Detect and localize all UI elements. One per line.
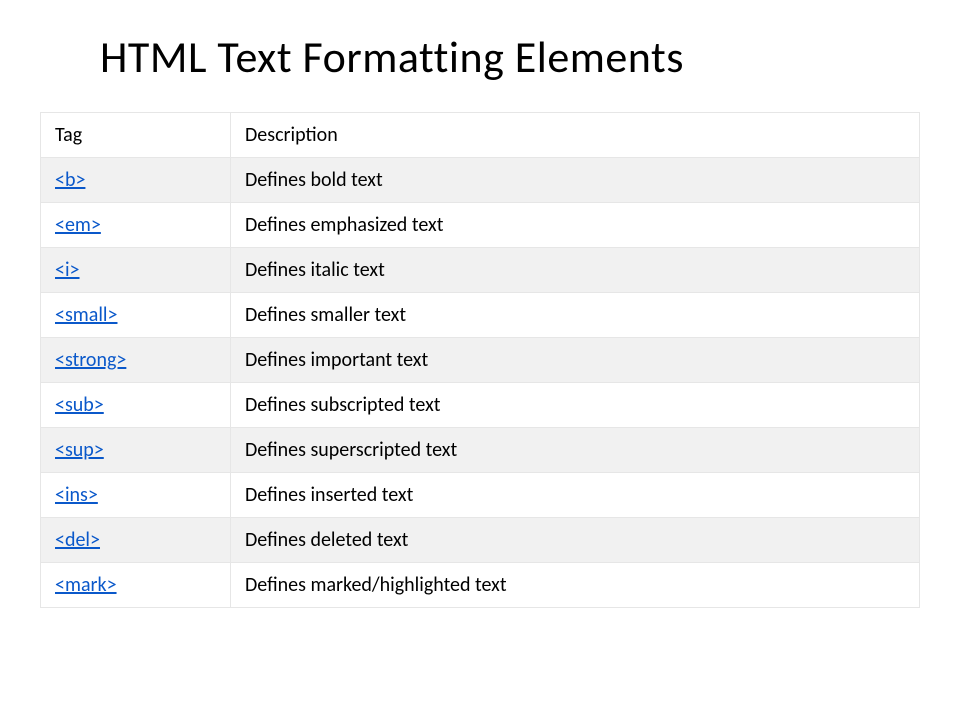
elements-table-body: <b> Defines bold text <em> Defines emphasiz… xyxy=(41,158,920,608)
slide: HTML Text Formatting Elements Tag Descri… xyxy=(0,0,960,648)
tag-cell: <sup> xyxy=(41,428,231,473)
description-cell: Defines italic text xyxy=(231,248,920,293)
table-row: <b> Defines bold text xyxy=(41,158,920,203)
col-header-description: Description xyxy=(231,113,920,158)
table-row: <ins> Defines inserted text xyxy=(41,473,920,518)
header-row: Tag Description xyxy=(41,113,920,158)
description-cell: Defines marked/highlighted text xyxy=(231,563,920,608)
tag-link[interactable]: <i> xyxy=(55,258,80,282)
table-row: <sub> Defines subscripted text xyxy=(41,383,920,428)
tag-cell: <small> xyxy=(41,293,231,338)
tag-link[interactable]: <sub> xyxy=(55,393,104,417)
tag-cell: <b> xyxy=(41,158,231,203)
table-row: <mark> Defines marked/highlighted text xyxy=(41,563,920,608)
tag-cell: <del> xyxy=(41,518,231,563)
table-row: <del> Defines deleted text xyxy=(41,518,920,563)
table-row: <i> Defines italic text xyxy=(41,248,920,293)
tag-link[interactable]: <del> xyxy=(55,528,100,552)
tag-link[interactable]: <small> xyxy=(55,303,117,327)
col-header-tag: Tag xyxy=(41,113,231,158)
description-cell: Defines inserted text xyxy=(231,473,920,518)
description-cell: Defines important text xyxy=(231,338,920,383)
page-title: HTML Text Formatting Elements xyxy=(100,30,920,84)
tag-link[interactable]: <strong> xyxy=(55,348,126,372)
tag-cell: <strong> xyxy=(41,338,231,383)
tag-link[interactable]: <em> xyxy=(55,213,101,237)
description-cell: Defines bold text xyxy=(231,158,920,203)
table-row: <em> Defines emphasized text xyxy=(41,203,920,248)
description-cell: Defines deleted text xyxy=(231,518,920,563)
tag-link[interactable]: <sup> xyxy=(55,438,104,462)
table-row: <sup> Defines superscripted text xyxy=(41,428,920,473)
elements-table: Tag Description <b>Defines bold text<em>… xyxy=(40,112,920,608)
tag-cell: <sub> xyxy=(41,383,231,428)
description-cell: Defines subscripted text xyxy=(231,383,920,428)
tag-cell: <mark> xyxy=(41,563,231,608)
description-cell: Defines emphasized text xyxy=(231,203,920,248)
tag-link[interactable]: <mark> xyxy=(55,573,117,597)
table-row: <strong> Defines important text xyxy=(41,338,920,383)
tag-link[interactable]: <b> xyxy=(55,168,85,192)
tag-cell: <i> xyxy=(41,248,231,293)
description-cell: Defines smaller text xyxy=(231,293,920,338)
tag-link[interactable]: <ins> xyxy=(55,483,98,507)
table-row: <small> Defines smaller text xyxy=(41,293,920,338)
description-cell: Defines superscripted text xyxy=(231,428,920,473)
tag-cell: <ins> xyxy=(41,473,231,518)
tag-cell: <em> xyxy=(41,203,231,248)
